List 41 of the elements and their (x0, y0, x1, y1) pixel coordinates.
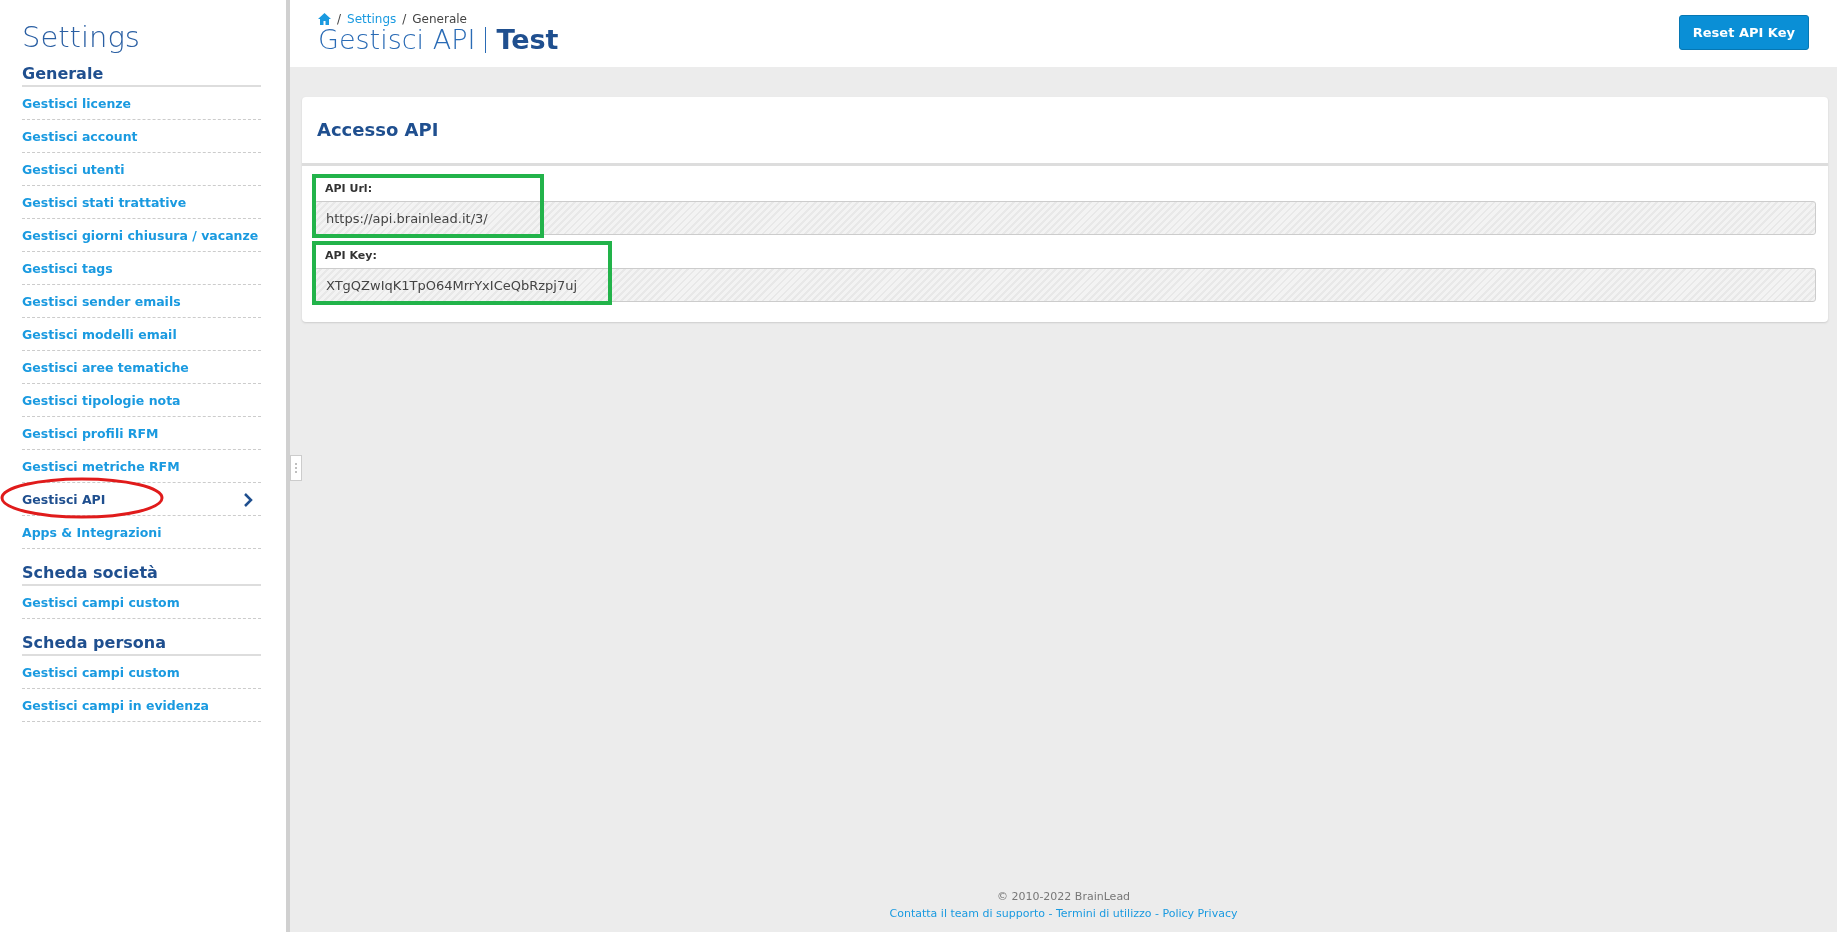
sidebar-item[interactable]: Gestisci profili RFM (22, 417, 261, 450)
breadcrumb-separator: / (337, 12, 342, 26)
footer-link[interactable]: Policy Privacy (1162, 907, 1238, 920)
section-heading: Scheda società (22, 563, 261, 586)
input-field[interactable]: https://api.brainlead.it/3/ (314, 201, 1816, 235)
card-title: Accesso API (302, 97, 1828, 166)
chevron-right-icon (243, 492, 253, 507)
sidebar-item[interactable]: Gestisci giorni chiusura / vacanze (22, 219, 261, 252)
page-subtitle: Test (496, 24, 559, 55)
field-label: API Key: (324, 248, 378, 264)
sidebar-item[interactable]: Gestisci sender emails (22, 285, 261, 318)
section-heading: Scheda persona (22, 633, 261, 656)
resize-handle[interactable] (290, 455, 302, 481)
sidebar-item[interactable]: Gestisci campi in evidenza (22, 689, 261, 722)
home-icon[interactable] (318, 13, 331, 25)
separator: - (1048, 907, 1053, 920)
breadcrumb-link[interactable]: Settings (347, 12, 397, 26)
reset-api-key-button[interactable]: Reset API Key (1678, 15, 1809, 50)
copyright-text: © 2010-2022 BrainLead (995, 889, 1132, 905)
field-label: API Url: (324, 181, 374, 197)
sidebar-item[interactable]: Gestisci tipologie nota (22, 384, 261, 417)
footer-link[interactable]: Termini di utilizzo (1056, 907, 1152, 920)
sidebar-item[interactable]: Gestisci tags (22, 252, 261, 285)
breadcrumb-current: Generale (412, 12, 467, 26)
sidebar-item[interactable]: Gestisci campi custom (22, 656, 261, 689)
sidebar-item[interactable]: Gestisci stati trattative (22, 186, 261, 219)
sidebar-item[interactable]: Gestisci utenti (22, 153, 261, 186)
breadcrumb-separator: / (402, 12, 407, 26)
sidebar-title: Settings (22, 20, 141, 54)
sidebar-item[interactable]: Gestisci aree tematiche (22, 351, 261, 384)
sidebar-item[interactable]: Gestisci campi custom (22, 586, 261, 619)
sidebar-item[interactable]: Gestisci API (22, 483, 261, 516)
sidebar-item[interactable]: Apps & Integrazioni (22, 516, 261, 549)
sidebar-item[interactable]: Gestisci licenze (22, 87, 261, 120)
input-field[interactable]: XTgQZwIqK1TpO64MrrYxICeQbRzpj7uj (314, 268, 1816, 302)
sidebar-item[interactable]: Gestisci metriche RFM (22, 450, 261, 483)
sidebar-item[interactable]: Gestisci account (22, 120, 261, 153)
separator: - (1155, 907, 1159, 920)
section-heading: Generale (22, 64, 261, 87)
sidebar-item[interactable]: Gestisci modelli email (22, 318, 261, 351)
footer-link[interactable]: Contatta il team di supporto (889, 907, 1045, 920)
